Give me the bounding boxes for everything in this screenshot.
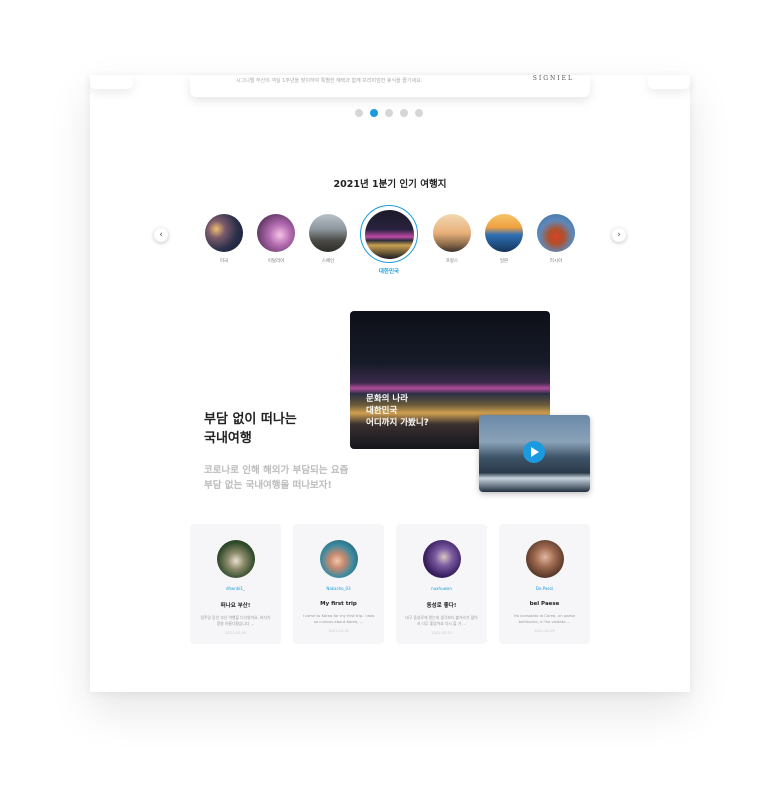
carousel-dot-active[interactable] (370, 109, 378, 117)
destinations-prev-button[interactable]: ‹ (154, 228, 168, 242)
review-username[interactable]: nuxhuwon (396, 586, 487, 591)
video-thumbnail[interactable] (479, 415, 590, 492)
banner-prev-peek[interactable] (90, 75, 133, 89)
review-username[interactable]: De.Paezi (499, 586, 590, 591)
promo-subtitle: 코로나로 인해 해외가 부담되는 요즘 부담 없는 국내여행을 떠나보자! (204, 465, 349, 491)
review-body: 대구 동성로에 왔는데 생각보다 볼거리가 많아서 너무 좋았어요 다시 올 거… (405, 615, 478, 626)
carousel-dot[interactable] (415, 109, 423, 117)
carousel-pagination (355, 109, 423, 117)
destination-photo (364, 209, 414, 259)
destination-japan[interactable]: 일본 (484, 214, 524, 264)
review-body: 일주일 동안 부산 여행을 다녀왔어요. 바다가 정말 아름다웠습니다 ... (200, 615, 271, 626)
carousel-dot[interactable] (355, 109, 363, 117)
review-body: I came to Korea for my first trip. I was… (302, 613, 375, 624)
hero-banner[interactable]: 시그니엘 부산의 객실 1주년을 맞이하여 특별한 혜택과 함께 프리미엄한 휴… (190, 75, 590, 97)
destinations-next-button[interactable]: › (612, 228, 626, 242)
review-title: 떠나요 부산! (220, 603, 251, 609)
banner-text: 시그니엘 부산의 객실 1주년을 맞이하여 특별한 혜택과 함께 프리미엄한 휴… (236, 78, 423, 84)
chevron-right-icon: › (617, 230, 621, 240)
destination-label: 러시아 (549, 259, 563, 264)
play-icon[interactable] (523, 441, 545, 463)
destination-photo (309, 214, 347, 252)
review-date: 2021-03-12 (431, 631, 452, 635)
review-card[interactable]: De.Paezi bel Paese Ho consolato la Corea… (499, 524, 590, 644)
review-date: 2021-03-18 (225, 631, 246, 635)
destination-label: 이탈리아 (267, 259, 285, 264)
avatar (422, 540, 461, 578)
promo-title: 부담 없이 떠나는 국내여행 (204, 412, 297, 446)
destination-italy[interactable]: 이탈리아 (256, 214, 296, 264)
destination-photo (205, 214, 243, 252)
review-date: 2021-03-16 (328, 629, 349, 633)
review-title: bel Paese (529, 601, 560, 607)
review-card[interactable]: nuxhuwon 동성로 좋다! 대구 동성로에 왔는데 생각보다 볼거리가 많… (396, 524, 487, 644)
review-username[interactable]: dhwnbl1_ (190, 586, 281, 591)
banner-next-peek[interactable] (648, 75, 690, 89)
review-date: 2021-03-09 (534, 629, 555, 633)
active-destination-ring (360, 205, 418, 263)
banner-brand-logo: SIGNIEL (532, 75, 574, 82)
destination-photo (537, 214, 575, 252)
review-body: Ho consolato la Corea, un paese bellissi… (513, 613, 576, 624)
destination-photo (433, 214, 471, 252)
carousel-dot[interactable] (400, 109, 408, 117)
destination-russia[interactable]: 러시아 (536, 214, 576, 264)
popular-section-title: 2021년 1분기 인기 여행지 (333, 179, 447, 190)
review-username[interactable]: Nakasho_03 (293, 586, 384, 591)
destination-label: 스페인 (321, 259, 335, 264)
destination-usa[interactable]: 미국 (204, 214, 244, 264)
carousel-dot[interactable] (385, 109, 393, 117)
destination-france[interactable]: 프랑스 (432, 214, 472, 264)
avatar (525, 540, 564, 578)
review-title: My first trip (320, 601, 357, 607)
photo-caption: 문화의 나라 대한민국 어디까지 가봤니? (366, 394, 429, 428)
destination-korea-active[interactable]: 대한민국 (359, 205, 419, 275)
review-card[interactable]: dhwnbl1_ 떠나요 부산! 일주일 동안 부산 여행을 다녀왔어요. 바다… (190, 524, 281, 644)
chevron-left-icon: ‹ (159, 230, 163, 240)
review-card[interactable]: Nakasho_03 My first trip I came to Korea… (293, 524, 384, 644)
avatar (216, 540, 255, 578)
destination-photo (485, 214, 523, 252)
destination-photo (257, 214, 295, 252)
destination-label: 프랑스 (445, 259, 459, 264)
destination-label: 대한민국 (378, 269, 400, 275)
destination-label: 일본 (499, 259, 509, 264)
review-title: 동성로 좋다! (426, 603, 457, 609)
destination-spain[interactable]: 스페인 (308, 214, 348, 264)
avatar (319, 540, 358, 578)
destination-label: 미국 (219, 259, 229, 264)
